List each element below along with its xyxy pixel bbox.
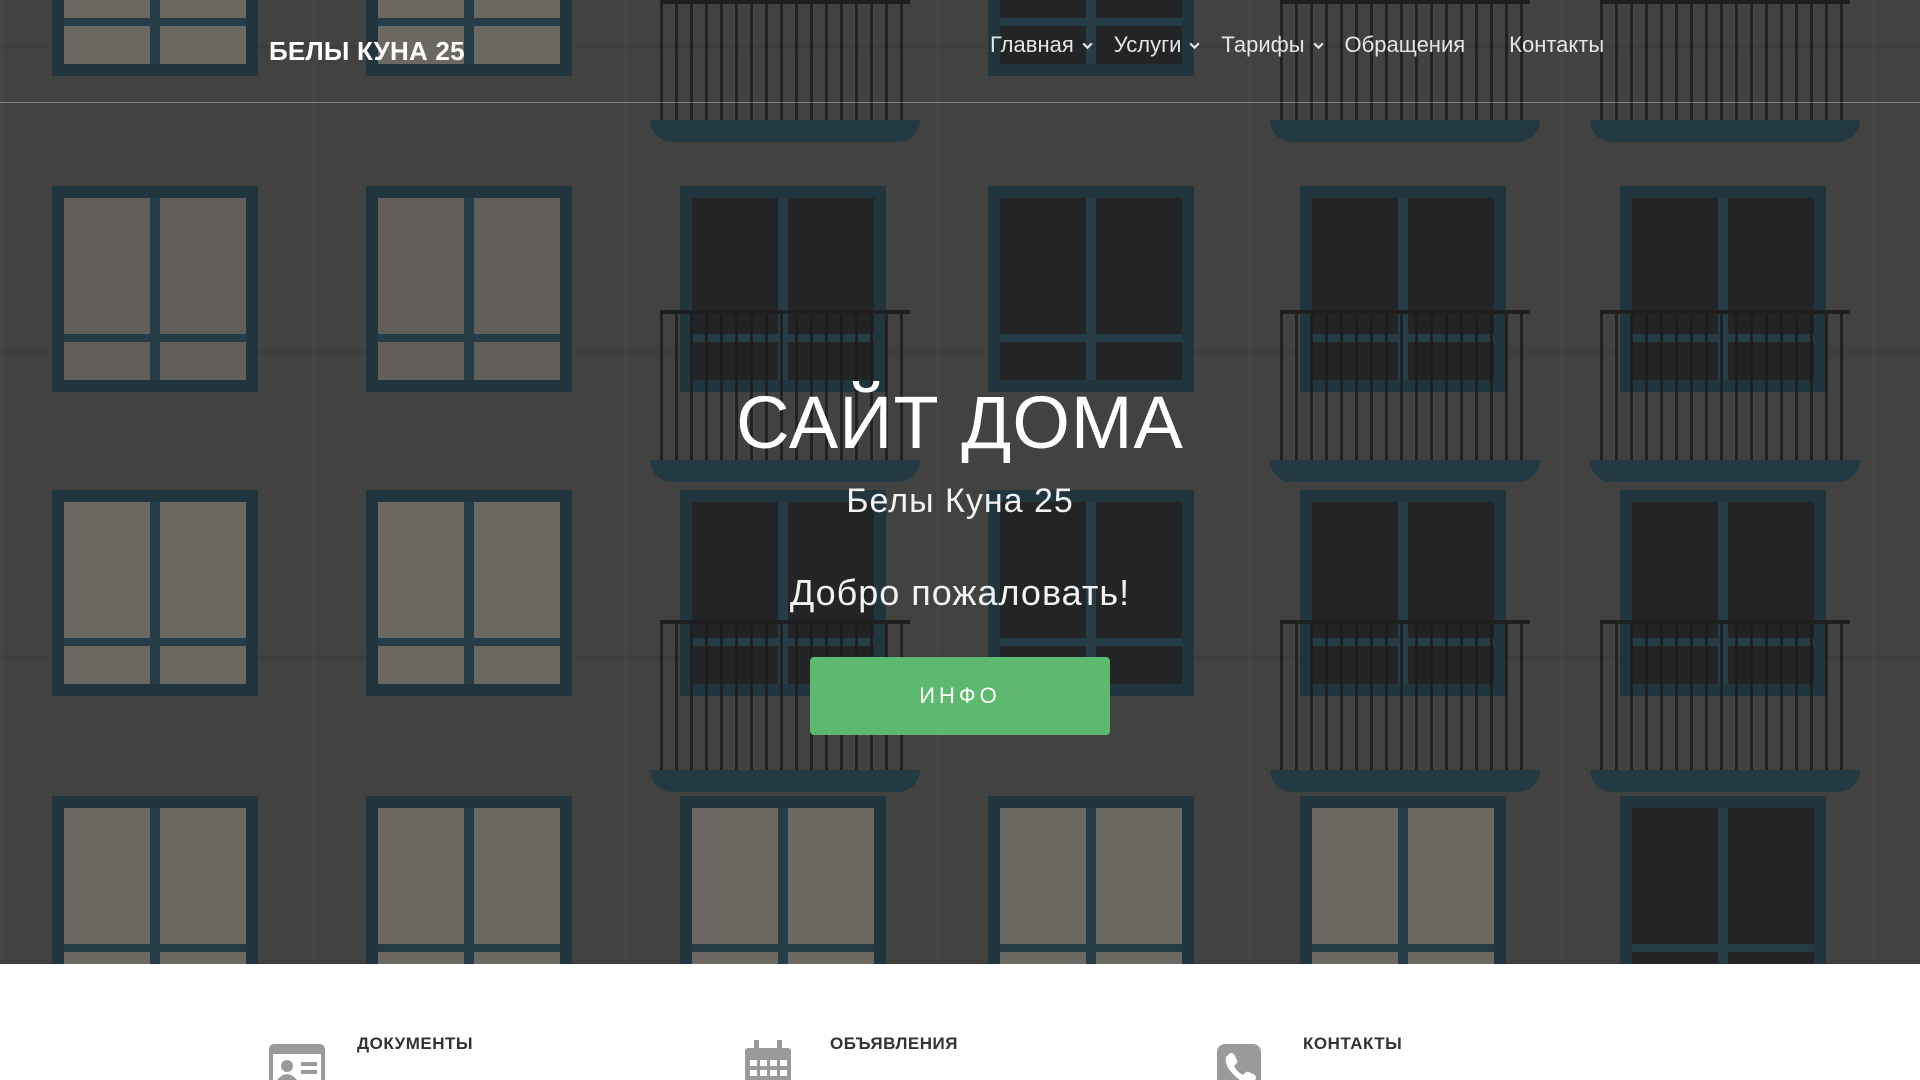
chevron-down-icon xyxy=(1312,42,1324,49)
nav-item-home[interactable]: Главная xyxy=(990,32,1094,58)
id-card-icon xyxy=(269,1044,325,1080)
chevron-down-icon xyxy=(1189,42,1201,49)
nav-item-label: Услуги xyxy=(1113,32,1182,57)
calendar-icon xyxy=(745,1040,791,1080)
feature-contacts[interactable]: КОНТАКТЫ xyxy=(1215,1034,1402,1080)
feature-documents[interactable]: ДОКУМЕНТЫ xyxy=(269,1034,473,1080)
nav-item-label: Контакты xyxy=(1509,32,1605,57)
feature-label: КОНТАКТЫ xyxy=(1303,1034,1403,1053)
site-brand[interactable]: БЕЛЫ КУНА 25 xyxy=(269,36,465,67)
nav-item-label: Тарифы xyxy=(1221,32,1305,57)
features-section: ДОКУМЕНТЫ ОБЪЯВЛЕНИЯ КОНТАКТЫ xyxy=(0,964,1920,1080)
feature-label: ДОКУМЕНТЫ xyxy=(357,1034,474,1053)
nav-item-requests[interactable]: Обращения xyxy=(1345,32,1466,58)
nav-menu: Главная Услуги Тарифы Обращения Контакты xyxy=(990,32,1648,58)
top-navbar: БЕЛЫ КУНА 25 Главная Услуги Тарифы Обращ… xyxy=(0,0,1920,103)
info-button[interactable]: ИНФО xyxy=(810,657,1110,735)
chevron-down-icon xyxy=(1082,42,1093,49)
nav-item-services[interactable]: Услуги xyxy=(1114,32,1202,58)
nav-item-label: Главная xyxy=(990,32,1074,57)
hero-subtitle: Белы Куна 25 xyxy=(846,482,1074,520)
feature-label: ОБЪЯВЛЕНИЯ xyxy=(830,1034,958,1053)
hero-title: САЙТ ДОМА xyxy=(736,381,1184,464)
nav-item-label: Обращения xyxy=(1344,32,1466,57)
nav-item-tariffs[interactable]: Тарифы xyxy=(1221,32,1324,58)
nav-item-contacts[interactable]: Контакты xyxy=(1509,32,1604,58)
phone-icon xyxy=(1217,1044,1261,1080)
hero-welcome-text: Добро пожаловать! xyxy=(789,572,1131,613)
feature-announcements[interactable]: ОБЪЯВЛЕНИЯ xyxy=(742,1034,958,1080)
hero-section: БЕЛЫ КУНА 25 Главная Услуги Тарифы Обращ… xyxy=(0,0,1920,964)
